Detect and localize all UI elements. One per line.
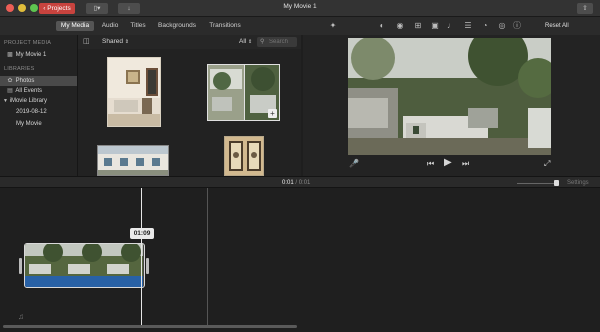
timeline[interactable]: 01:09 ♫	[0, 188, 600, 332]
sidebar-item-label: Photos	[15, 78, 35, 84]
info-icon[interactable]: ⓘ	[512, 21, 522, 31]
doorway-photo	[225, 137, 263, 175]
search-icon: ⚲	[260, 39, 265, 45]
tab-backgrounds[interactable]: Backgrounds	[155, 21, 199, 31]
room-photo	[108, 58, 160, 126]
libraries-sidebar: PROJECT MEDIA ▩ My Movie 1 LIBRARIES ✿ P…	[0, 35, 78, 176]
project-film-icon: ▩	[7, 52, 13, 58]
window-title: My Movie 1	[283, 3, 317, 10]
media-browser: ◫ Shared ⇕ All ⇕ ⚲	[78, 35, 301, 176]
timecode-display: 0:01 / 0:01	[282, 178, 310, 188]
clip-filmstrip	[25, 244, 143, 276]
timeline-toolbar: 0:01 / 0:01 Settings	[0, 176, 600, 188]
speed-icon[interactable]: ◔	[480, 21, 490, 31]
noise-reduction-icon[interactable]: ☰	[463, 21, 473, 31]
volume-icon[interactable]: ♩	[446, 21, 456, 31]
shared-label: Shared	[102, 38, 123, 45]
sidebar-item-all-events[interactable]: ▤ All Events	[0, 86, 77, 96]
color-correction-icon[interactable]: ◉	[395, 21, 405, 31]
tab-audio[interactable]: Audio	[98, 21, 122, 31]
skip-forward-button[interactable]: ⏭	[462, 159, 469, 169]
shared-source-popup[interactable]: Shared ⇕	[102, 37, 129, 47]
zoom-slider-knob[interactable]	[554, 180, 559, 186]
sidebar-item-event-2019-08-12[interactable]: 2019-08-12	[0, 107, 77, 117]
fullscreen-icon[interactable]: ⤢	[544, 159, 550, 169]
chevron-updown-icon: ⇕	[124, 39, 129, 45]
media-thumbnail[interactable]	[224, 136, 264, 176]
playhead-time-tooltip: 01:09	[130, 228, 154, 239]
video-clip[interactable]	[24, 243, 145, 288]
current-time: 0:01	[282, 180, 294, 186]
skimmer-line	[207, 188, 208, 328]
tab-titles[interactable]: Titles	[126, 21, 150, 31]
total-time: 0:01	[298, 180, 311, 186]
clip-audio-waveform	[25, 276, 143, 287]
tab-transitions[interactable]: Transitions	[205, 21, 245, 31]
browser-filter-bar: ◫ Shared ⇕ All ⇕ ⚲	[78, 35, 301, 49]
skip-back-button[interactable]: ⏮	[427, 159, 434, 169]
music-note-icon: ♫	[18, 312, 24, 321]
photos-icon: ✿	[7, 78, 13, 84]
sidebar-item-project[interactable]: ▩ My Movie 1	[0, 50, 77, 60]
sidebar-item-label: iMovie Library	[9, 98, 47, 104]
magic-wand-icon[interactable]: ✦	[328, 21, 338, 31]
media-thumbnail[interactable]	[97, 145, 169, 176]
crop-icon[interactable]: ⊞	[413, 21, 423, 31]
media-thumbnail[interactable]	[107, 57, 161, 127]
sidebar-item-label: All Events	[15, 88, 43, 94]
disclosure-triangle-icon[interactable]: ▼	[3, 98, 8, 104]
color-balance-icon[interactable]: ◐	[377, 21, 387, 31]
sidebar-item-my-movie[interactable]: My Movie	[0, 119, 77, 129]
add-to-movie-button[interactable]: +	[268, 109, 277, 118]
chevron-updown-icon: ⇕	[248, 39, 253, 45]
timeline-scrollbar[interactable]	[3, 325, 297, 328]
share-button[interactable]: ⇧	[577, 3, 593, 14]
project-media-header: PROJECT MEDIA	[4, 40, 52, 46]
sidebar-item-label: My Movie 1	[15, 52, 47, 58]
filter-label: All	[239, 38, 247, 45]
building-photo	[98, 146, 168, 175]
filter-icon[interactable]: ◎	[497, 21, 507, 31]
media-thumbnail-selected[interactable]: +	[207, 64, 280, 121]
reset-all-button[interactable]: Reset All	[545, 21, 569, 31]
filter-all-popup[interactable]: All ⇕	[239, 37, 252, 47]
play-button[interactable]: ▶	[444, 157, 452, 168]
sidebar-item-photos[interactable]: ✿ Photos	[0, 76, 77, 86]
libraries-header: LIBRARIES	[4, 66, 35, 72]
clip-trim-handle-left[interactable]	[19, 258, 22, 274]
playhead[interactable]	[141, 188, 142, 328]
events-icon: ▤	[7, 88, 13, 94]
zoom-slider-track[interactable]	[517, 183, 559, 184]
tab-my-media[interactable]: My Media	[56, 21, 94, 31]
video-preview	[348, 38, 551, 155]
time-separator: /	[295, 180, 298, 186]
media-tabs-bar: My Media Audio Titles Backgrounds Transi…	[0, 17, 600, 35]
garden-terrace-frame	[348, 38, 551, 155]
stabilization-icon[interactable]: ▣	[430, 21, 440, 31]
viewer: 🎤 ⏮ ▶ ⏭ ⤢	[303, 35, 600, 176]
title-bar: ‹ Projects ▯▾ ↓ My Movie 1 ⇧	[0, 0, 600, 17]
clip-trim-handle-right[interactable]	[146, 258, 149, 274]
microphone-icon[interactable]: 🎤	[349, 159, 359, 168]
sidebar-toggle-icon[interactable]: ◫	[83, 37, 90, 45]
settings-button[interactable]: Settings	[567, 178, 589, 188]
share-icon: ⇧	[582, 5, 588, 12]
sidebar-item-imovie-library[interactable]: ▼ iMovie Library	[0, 96, 77, 106]
